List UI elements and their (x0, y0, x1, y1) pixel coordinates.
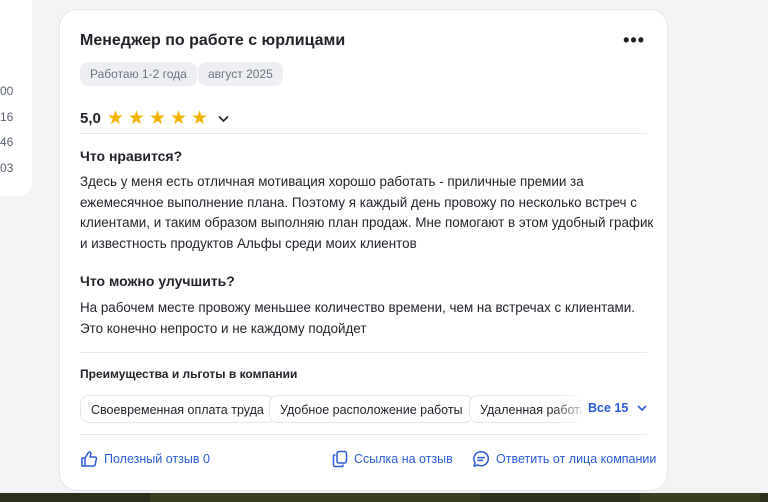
likes-heading: Что нравится? (80, 148, 183, 164)
divider (80, 133, 647, 134)
chevron-down-icon (637, 405, 647, 412)
divider (80, 434, 647, 435)
copy-link-label: Ссылка на отзыв (354, 452, 453, 466)
star-icon: ★ (106, 107, 124, 129)
left-number: 00 (0, 84, 14, 98)
bottom-taskbar (0, 493, 768, 502)
improve-text: На рабочем месте провожу меньшее количес… (80, 300, 635, 336)
divider (80, 352, 647, 353)
improve-heading: Что можно улучшить? (80, 273, 235, 289)
benefit-chip: Своевременная оплата труда (80, 395, 275, 423)
left-number: 16 (0, 110, 14, 124)
show-all-label: Все 15 (588, 401, 629, 415)
rating-value: 5,0 (80, 109, 101, 127)
chevron-down-icon[interactable] (218, 111, 229, 126)
reply-as-company-button[interactable]: Ответить от лица компании (472, 448, 656, 470)
helpful-review-label: Полезный отзыв 0 (104, 452, 210, 466)
benefits-heading: Преимущества и льготы в компании (80, 367, 298, 381)
left-number: 46 (0, 135, 14, 149)
rating-dropdown[interactable]: 5,0 ★ ★ ★ ★ ★ (80, 106, 229, 130)
date-tag: август 2025 (198, 62, 283, 86)
more-options-icon[interactable]: ••• (623, 30, 645, 51)
benefit-chip: Удобное расположение работы (269, 395, 474, 423)
chip-fade (552, 395, 592, 423)
review-title: Менеджер по работе с юрлицами (80, 32, 346, 49)
likes-text: Здесь у меня есть отличная мотивация хор… (80, 174, 654, 251)
tenure-tag: Работаю 1-2 года (80, 62, 197, 86)
left-panel: 00 16 46 03 (0, 0, 32, 196)
thumbs-up-icon (81, 451, 98, 467)
chat-icon (473, 451, 490, 467)
star-icon: ★ (191, 107, 209, 129)
star-icon: ★ (127, 107, 145, 129)
helpful-review-button[interactable]: Полезный отзыв 0 (80, 448, 210, 470)
star-icon: ★ (148, 107, 166, 129)
copy-icon (332, 450, 348, 468)
star-icon: ★ (170, 107, 188, 129)
show-all-benefits-button[interactable]: Все 15 (588, 401, 647, 415)
reply-as-company-label: Ответить от лица компании (496, 452, 657, 466)
review-card: Менеджер по работе с юрлицами ••• Работа… (59, 9, 668, 491)
copy-link-button[interactable]: Ссылка на отзыв (332, 448, 453, 470)
left-number: 03 (0, 161, 14, 175)
